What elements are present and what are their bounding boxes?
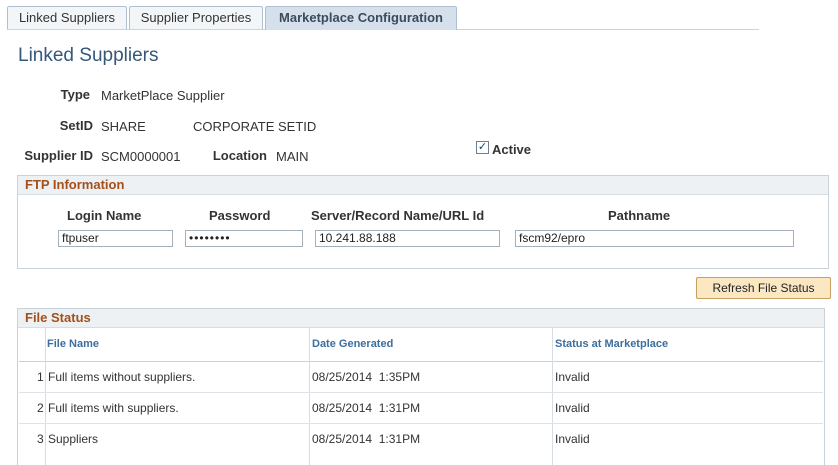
date-generated-cell: 08/25/2014 1:35PM xyxy=(312,370,421,384)
row-number: 2 xyxy=(37,401,44,415)
active-label: Active xyxy=(492,142,532,157)
file-name-cell: Suppliers xyxy=(48,432,99,446)
refresh-file-status-button[interactable]: Refresh File Status xyxy=(696,277,831,299)
tab-label: Linked Suppliers xyxy=(18,10,116,25)
group-title: FTP Information xyxy=(25,177,125,192)
status-cell: Invalid xyxy=(555,370,590,384)
grid-header-row: File Name Date Generated Status at Marke… xyxy=(19,328,823,362)
server-label: Server/Record Name/URL Id xyxy=(311,208,485,223)
setid-value: SHARE xyxy=(101,119,146,134)
login-name-input[interactable]: ftpuser xyxy=(58,230,173,247)
setid-label: SetID xyxy=(59,118,93,133)
checkmark-icon: ✓ xyxy=(477,141,488,153)
type-value: MarketPlace Supplier xyxy=(101,88,225,103)
location-label: Location xyxy=(212,148,267,163)
column-header-status[interactable]: Status at Marketplace xyxy=(555,338,668,350)
tab-linked-suppliers[interactable]: Linked Suppliers xyxy=(7,6,127,29)
status-cell: Invalid xyxy=(555,401,590,415)
ftp-information-group: FTP Information Login Name Password Serv… xyxy=(17,175,829,269)
table-row: 2 Full items with suppliers. 08/25/2014 … xyxy=(19,393,823,424)
status-cell: Invalid xyxy=(555,432,590,446)
supplier-id-value: SCM0000001 xyxy=(101,149,181,164)
location-value: MAIN xyxy=(276,149,309,164)
row-number: 3 xyxy=(37,432,44,446)
password-input[interactable]: •••••••• xyxy=(185,230,303,247)
tab-label: Supplier Properties xyxy=(140,10,252,25)
group-header: FTP Information xyxy=(18,176,828,195)
file-name-cell: Full items without suppliers. xyxy=(48,370,196,384)
file-status-group: File Status File Name Date Generated Sta… xyxy=(17,308,825,465)
active-checkbox[interactable]: ✓ xyxy=(476,141,489,154)
date-generated-cell: 08/25/2014 1:31PM xyxy=(312,401,421,415)
column-header-date-generated[interactable]: Date Generated xyxy=(312,338,393,350)
table-row: 3 Suppliers 08/25/2014 1:31PM Invalid xyxy=(19,424,823,454)
file-name-cell: Full items with suppliers. xyxy=(48,401,179,415)
group-header: File Status xyxy=(18,309,824,328)
tab-label: Marketplace Configuration xyxy=(279,10,443,25)
password-label: Password xyxy=(209,208,271,223)
pathname-label: Pathname xyxy=(608,208,671,223)
tab-marketplace-configuration[interactable]: Marketplace Configuration xyxy=(265,6,457,30)
pathname-input[interactable]: fscm92/epro xyxy=(515,230,794,247)
tab-bar: Linked Suppliers Supplier Properties Mar… xyxy=(7,6,759,30)
column-header-file-name[interactable]: File Name xyxy=(47,338,99,350)
page-title: Linked Suppliers xyxy=(18,45,159,66)
table-row: 1 Full items without suppliers. 08/25/20… xyxy=(19,362,823,393)
supplier-id-label: Supplier ID xyxy=(24,148,93,163)
row-number: 1 xyxy=(37,370,44,384)
setid-description: CORPORATE SETID xyxy=(193,119,317,134)
date-generated-cell: 08/25/2014 1:31PM xyxy=(312,432,421,446)
login-name-label: Login Name xyxy=(67,208,142,223)
tab-supplier-properties[interactable]: Supplier Properties xyxy=(129,6,263,29)
server-input[interactable]: 10.241.88.188 xyxy=(315,230,500,247)
type-label: Type xyxy=(60,87,90,102)
group-title: File Status xyxy=(25,310,91,325)
